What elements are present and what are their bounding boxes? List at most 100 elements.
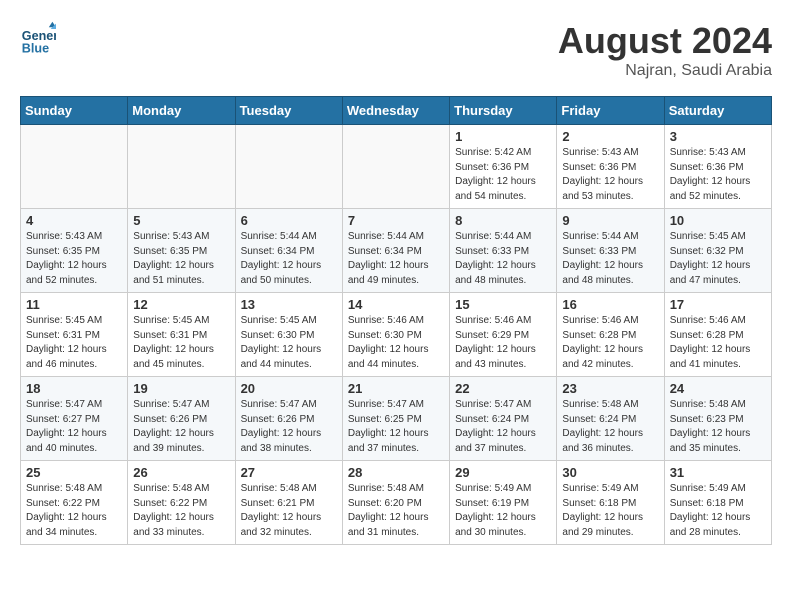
calendar-week-3: 11 Sunrise: 5:45 AM Sunset: 6:31 PM Dayli… <box>21 293 772 377</box>
calendar-cell: 5Sunrise: 5:43 AM Sunset: 6:35 PM Daylig… <box>128 209 235 293</box>
day-number: 21 <box>348 381 444 396</box>
day-number: 26 <box>133 465 229 480</box>
day-number: 1 <box>455 129 551 144</box>
calendar-cell: 2 Sunrise: 5:43 AM Sunset: 6:36 PM Daylig… <box>557 125 664 209</box>
day-info: Sunrise: 5:46 AM Sunset: 6:30 PM Dayligh… <box>348 314 444 372</box>
title-block: August 2024 Najran, Saudi Arabia <box>558 20 772 80</box>
day-info: Sunrise: 5:47 AM Sunset: 6:25 PM Dayligh… <box>348 398 444 456</box>
svg-text:Blue: Blue <box>22 41 49 55</box>
day-info: Sunrise: 5:47 AM Sunset: 6:24 PM Dayligh… <box>455 398 551 456</box>
day-info: Sunrise: 5:43 AM Sunset: 6:35 PM Dayligh… <box>26 230 122 288</box>
day-number: 18 <box>26 381 122 396</box>
day-info: Sunrise: 5:45 AM Sunset: 6:31 PM Dayligh… <box>26 314 122 372</box>
day-number: 23 <box>562 381 658 396</box>
day-info: Sunrise: 5:45 AM Sunset: 6:30 PM Dayligh… <box>241 314 337 372</box>
calendar-cell: 29 Sunrise: 5:49 AM Sunset: 6:19 PM Dayli… <box>450 461 557 545</box>
day-number: 3 <box>670 129 766 144</box>
calendar-cell: 9 Sunrise: 5:44 AM Sunset: 6:33 PM Daylig… <box>557 209 664 293</box>
calendar-cell: 22 Sunrise: 5:47 AM Sunset: 6:24 PM Dayli… <box>450 377 557 461</box>
day-number: 17 <box>670 297 766 312</box>
day-info: Sunrise: 5:44 AM Sunset: 6:33 PM Dayligh… <box>455 230 551 288</box>
calendar-cell <box>21 125 128 209</box>
calendar-cell: 25Sunrise: 5:48 AM Sunset: 6:22 PM Dayli… <box>21 461 128 545</box>
day-number: 6 <box>241 213 337 228</box>
calendar-week-1: 1 Sunrise: 5:42 AM Sunset: 6:36 PM Daylig… <box>21 125 772 209</box>
calendar-cell: 4 Sunrise: 5:43 AM Sunset: 6:35 PM Daylig… <box>21 209 128 293</box>
day-number: 11 <box>26 297 122 312</box>
day-info: Sunrise: 5:47 AM Sunset: 6:26 PM Dayligh… <box>241 398 337 456</box>
day-info: Sunrise: 5:44 AM Sunset: 6:34 PM Dayligh… <box>348 230 444 288</box>
day-number: 9 <box>562 213 658 228</box>
calendar-cell <box>128 125 235 209</box>
day-info: Sunrise: 5:44 AM Sunset: 6:33 PM Dayligh… <box>562 230 658 288</box>
day-number: 8 <box>455 213 551 228</box>
calendar-week-2: 4 Sunrise: 5:43 AM Sunset: 6:35 PM Daylig… <box>21 209 772 293</box>
day-number: 31 <box>670 465 766 480</box>
day-number: 2 <box>562 129 658 144</box>
day-number: 22 <box>455 381 551 396</box>
day-info: Sunrise: 5:42 AM Sunset: 6:36 PM Dayligh… <box>455 146 551 204</box>
col-header-sunday: Sunday <box>21 97 128 125</box>
day-info: Sunrise: 5:48 AM Sunset: 6:21 PM Dayligh… <box>241 482 337 540</box>
calendar-title: August 2024 <box>558 20 772 62</box>
calendar-cell: 6 Sunrise: 5:44 AM Sunset: 6:34 PM Daylig… <box>235 209 342 293</box>
day-info: Sunrise: 5:49 AM Sunset: 6:18 PM Dayligh… <box>670 482 766 540</box>
calendar-cell: 3 Sunrise: 5:43 AM Sunset: 6:36 PM Daylig… <box>664 125 771 209</box>
calendar-cell: 14 Sunrise: 5:46 AM Sunset: 6:30 PM Dayli… <box>342 293 449 377</box>
day-info: Sunrise: 5:48 AM Sunset: 6:23 PM Dayligh… <box>670 398 766 456</box>
col-header-thursday: Thursday <box>450 97 557 125</box>
day-info: Sunrise: 5:46 AM Sunset: 6:28 PM Dayligh… <box>670 314 766 372</box>
calendar-cell: 16Sunrise: 5:46 AM Sunset: 6:28 PM Dayli… <box>557 293 664 377</box>
calendar-cell: 18 Sunrise: 5:47 AM Sunset: 6:27 PM Dayli… <box>21 377 128 461</box>
col-header-monday: Monday <box>128 97 235 125</box>
calendar-subtitle: Najran, Saudi Arabia <box>558 62 772 80</box>
calendar-cell: 1 Sunrise: 5:42 AM Sunset: 6:36 PM Daylig… <box>450 125 557 209</box>
day-info: Sunrise: 5:43 AM Sunset: 6:36 PM Dayligh… <box>670 146 766 204</box>
day-info: Sunrise: 5:46 AM Sunset: 6:29 PM Dayligh… <box>455 314 551 372</box>
day-info: Sunrise: 5:43 AM Sunset: 6:36 PM Dayligh… <box>562 146 658 204</box>
day-info: Sunrise: 5:47 AM Sunset: 6:27 PM Dayligh… <box>26 398 122 456</box>
calendar-cell: 8 Sunrise: 5:44 AM Sunset: 6:33 PM Daylig… <box>450 209 557 293</box>
calendar-cell: 27 Sunrise: 5:48 AM Sunset: 6:21 PM Dayli… <box>235 461 342 545</box>
calendar-cell: 12Sunrise: 5:45 AM Sunset: 6:31 PM Dayli… <box>128 293 235 377</box>
day-info: Sunrise: 5:48 AM Sunset: 6:22 PM Dayligh… <box>133 482 229 540</box>
calendar-cell: 30 Sunrise: 5:49 AM Sunset: 6:18 PM Dayli… <box>557 461 664 545</box>
calendar-week-4: 18 Sunrise: 5:47 AM Sunset: 6:27 PM Dayli… <box>21 377 772 461</box>
day-number: 30 <box>562 465 658 480</box>
calendar-cell: 31 Sunrise: 5:49 AM Sunset: 6:18 PM Dayli… <box>664 461 771 545</box>
calendar-cell: 26 Sunrise: 5:48 AM Sunset: 6:22 PM Dayli… <box>128 461 235 545</box>
calendar-week-5: 25 Sunrise: 5:48 AM Sunset: 6:22 PM Dayli… <box>21 461 772 545</box>
calendar-cell: 10Sunrise: 5:45 AM Sunset: 6:32 PM Dayli… <box>664 209 771 293</box>
day-info: Sunrise: 5:45 AM Sunset: 6:31 PM Dayligh… <box>133 314 229 372</box>
col-header-wednesday: Wednesday <box>342 97 449 125</box>
col-header-tuesday: Tuesday <box>235 97 342 125</box>
day-info: Sunrise: 5:49 AM Sunset: 6:18 PM Dayligh… <box>562 482 658 540</box>
day-info: Sunrise: 5:43 AM Sunset: 6:35 PM Dayligh… <box>133 230 229 288</box>
calendar-cell: 21 Sunrise: 5:47 AM Sunset: 6:25 PM Dayli… <box>342 377 449 461</box>
logo-icon: General Blue <box>20 20 56 56</box>
calendar-cell <box>342 125 449 209</box>
day-info: Sunrise: 5:48 AM Sunset: 6:24 PM Dayligh… <box>562 398 658 456</box>
day-info: Sunrise: 5:45 AM Sunset: 6:32 PM Dayligh… <box>670 230 766 288</box>
day-info: Sunrise: 5:49 AM Sunset: 6:19 PM Dayligh… <box>455 482 551 540</box>
calendar-cell: 13 Sunrise: 5:45 AM Sunset: 6:30 PM Dayli… <box>235 293 342 377</box>
day-info: Sunrise: 5:47 AM Sunset: 6:26 PM Dayligh… <box>133 398 229 456</box>
page-header: General Blue August 2024 Najran, Saudi A… <box>20 20 772 80</box>
calendar-cell: 15 Sunrise: 5:46 AM Sunset: 6:29 PM Dayli… <box>450 293 557 377</box>
day-number: 25 <box>26 465 122 480</box>
day-number: 27 <box>241 465 337 480</box>
day-number: 20 <box>241 381 337 396</box>
calendar-cell: 11 Sunrise: 5:45 AM Sunset: 6:31 PM Dayli… <box>21 293 128 377</box>
col-header-friday: Friday <box>557 97 664 125</box>
day-info: Sunrise: 5:44 AM Sunset: 6:34 PM Dayligh… <box>241 230 337 288</box>
calendar-cell <box>235 125 342 209</box>
logo: General Blue <box>20 20 56 56</box>
day-number: 29 <box>455 465 551 480</box>
day-number: 15 <box>455 297 551 312</box>
day-number: 13 <box>241 297 337 312</box>
day-info: Sunrise: 5:48 AM Sunset: 6:20 PM Dayligh… <box>348 482 444 540</box>
calendar-cell: 7Sunrise: 5:44 AM Sunset: 6:34 PM Daylig… <box>342 209 449 293</box>
day-number: 24 <box>670 381 766 396</box>
day-number: 14 <box>348 297 444 312</box>
day-number: 4 <box>26 213 122 228</box>
